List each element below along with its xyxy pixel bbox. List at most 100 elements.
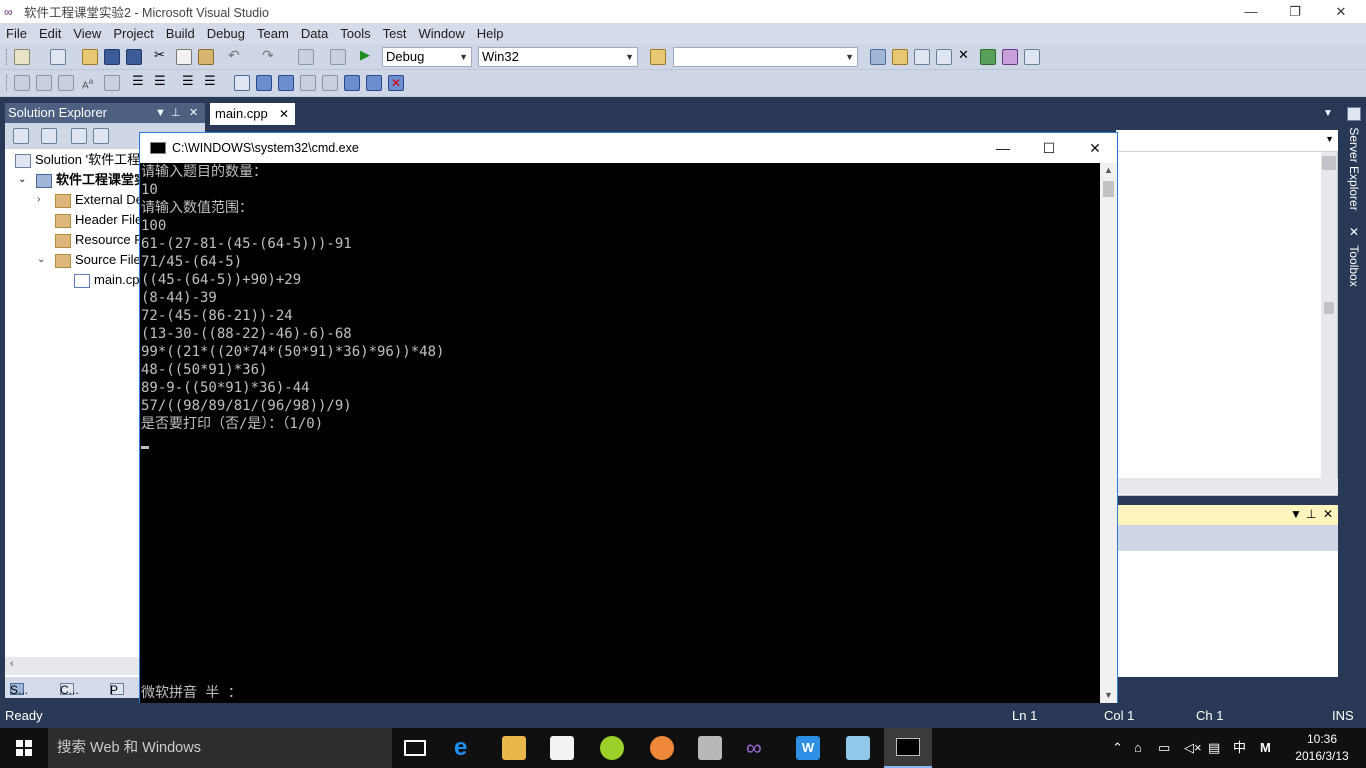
start-button[interactable]: [0, 728, 48, 768]
member-list-icon[interactable]: [14, 75, 30, 91]
open-folder-icon[interactable]: [82, 49, 98, 65]
clear-bookmarks-icon[interactable]: ✕: [388, 75, 404, 91]
toolbar-grip[interactable]: [6, 49, 9, 65]
collapse-icon[interactable]: ⌄: [37, 250, 45, 270]
redo-icon[interactable]: ↷: [262, 47, 278, 63]
cmd-window[interactable]: C:\WINDOWS\system32\cmd.exe — ☐ ✕ 请输入题目的…: [139, 132, 1118, 703]
tree-item-project[interactable]: ⌄ 软件工程课堂实: [18, 170, 140, 190]
battery-icon[interactable]: ▭: [1158, 728, 1170, 768]
quick-info-icon[interactable]: [58, 75, 74, 91]
scroll-down-icon[interactable]: ▼: [1104, 690, 1113, 700]
minimize-button[interactable]: —: [1228, 0, 1274, 23]
menu-edit[interactable]: Edit: [33, 23, 67, 44]
tree-item-external-dependencies[interactable]: › External De: [37, 190, 140, 210]
network-icon[interactable]: ⌂: [1134, 728, 1142, 768]
refresh-icon[interactable]: [71, 128, 87, 144]
tab-main-cpp[interactable]: main.cpp ✕: [210, 103, 295, 125]
next-bookmark-doc-icon[interactable]: [366, 75, 382, 91]
scroll-up-icon[interactable]: ▲: [1104, 165, 1113, 175]
close-panel-icon[interactable]: ✕: [1323, 507, 1333, 521]
class-diagram-icon[interactable]: [93, 128, 109, 144]
show-hidden-icons-icon[interactable]: ⌃: [1112, 728, 1123, 768]
toolbox-icon[interactable]: [936, 49, 952, 65]
restore-button[interactable]: ❐: [1272, 0, 1318, 23]
properties-icon[interactable]: [13, 128, 29, 144]
object-browser-icon[interactable]: [914, 49, 930, 65]
find-combo[interactable]: ▼: [673, 47, 858, 67]
ime-language-indicator[interactable]: 中: [1233, 728, 1246, 768]
menu-window[interactable]: Window: [412, 23, 470, 44]
new-project-icon[interactable]: [14, 49, 30, 65]
cmd-taskbar-button[interactable]: [884, 728, 932, 768]
start-debugging-icon[interactable]: ▶: [360, 47, 376, 63]
menu-team[interactable]: Team: [251, 23, 295, 44]
prev-bookmark-folder-icon[interactable]: [300, 75, 316, 91]
app-notes-icon[interactable]: [846, 736, 870, 760]
next-bookmark-icon[interactable]: [278, 75, 294, 91]
menu-data[interactable]: Data: [295, 23, 334, 44]
store-icon[interactable]: [550, 736, 574, 760]
expand-icon[interactable]: ›: [37, 190, 40, 210]
tree-item-source-files[interactable]: ⌄ Source File: [37, 250, 140, 270]
edge-browser-icon[interactable]: e: [454, 736, 478, 760]
member-navigation-combo[interactable]: ▼: [1116, 130, 1338, 152]
indent-icon[interactable]: ☰: [154, 73, 170, 89]
editor-horizontal-scrollbar[interactable]: [1116, 478, 1338, 494]
previous-bookmark-icon[interactable]: [256, 75, 272, 91]
solution-tree-scrollbar[interactable]: ‹: [5, 657, 140, 675]
menu-project[interactable]: Project: [107, 23, 159, 44]
close-panel-icon[interactable]: ✕: [189, 103, 198, 123]
tree-item-main-cpp[interactable]: main.cp: [74, 270, 140, 290]
find-in-files-icon[interactable]: [650, 49, 666, 65]
scroll-thumb[interactable]: [1324, 302, 1334, 314]
start-page-icon[interactable]: [980, 49, 996, 65]
add-item-icon[interactable]: [50, 49, 66, 65]
window-position-dropdown-icon[interactable]: ▼: [155, 103, 166, 123]
navigate-backward-icon[interactable]: [298, 49, 314, 65]
solution-platform-combo[interactable]: Win32 ▼: [478, 47, 638, 67]
navigate-forward-icon[interactable]: [330, 49, 346, 65]
solution-explorer-icon[interactable]: [870, 49, 886, 65]
outdent-icon[interactable]: ☰: [132, 73, 148, 89]
menu-build[interactable]: Build: [160, 23, 201, 44]
taskbar-search-box[interactable]: 搜索 Web 和 Windows: [48, 728, 392, 768]
cut-icon[interactable]: ✂: [154, 47, 170, 63]
server-explorer-tab[interactable]: Server Explorer: [1347, 107, 1361, 211]
pin-icon[interactable]: ⊥: [1306, 507, 1316, 521]
volume-muted-icon[interactable]: ◁×: [1184, 728, 1202, 768]
code-editor[interactable]: [1116, 130, 1338, 496]
file-explorer-icon[interactable]: [502, 736, 526, 760]
collapse-icon[interactable]: ⌄: [18, 170, 26, 190]
cmd-minimize-button[interactable]: —: [980, 133, 1026, 163]
extension-manager-icon[interactable]: [1002, 49, 1018, 65]
close-tab-icon[interactable]: ✕: [279, 103, 289, 125]
properties-icon[interactable]: [892, 49, 908, 65]
prev-bookmark-doc-icon[interactable]: [344, 75, 360, 91]
ime-mode-indicator[interactable]: M: [1260, 728, 1271, 768]
clock[interactable]: 10:36 2016/3/13: [1287, 731, 1357, 765]
complete-word-icon[interactable]: Aa: [82, 76, 98, 92]
tree-item-resource-files[interactable]: Resource F: [55, 230, 140, 250]
show-all-files-icon[interactable]: [41, 128, 57, 144]
pin-icon[interactable]: ⊥: [171, 103, 181, 123]
menu-help[interactable]: Help: [471, 23, 510, 44]
save-all-icon[interactable]: [126, 49, 142, 65]
editor-vertical-scrollbar[interactable]: [1321, 152, 1337, 478]
app-orange-icon[interactable]: [650, 736, 674, 760]
display-word-icon[interactable]: [104, 75, 120, 91]
cmd-maximize-button[interactable]: ☐: [1026, 133, 1072, 163]
menu-file[interactable]: File: [0, 23, 33, 44]
close-button[interactable]: ✕: [1318, 0, 1364, 23]
cmd-title-bar[interactable]: C:\WINDOWS\system32\cmd.exe — ☐ ✕: [140, 133, 1117, 163]
menu-test[interactable]: Test: [377, 23, 413, 44]
parameter-info-icon[interactable]: [36, 75, 52, 91]
document-list-dropdown-icon[interactable]: ▼: [1323, 108, 1333, 119]
wps-writer-icon[interactable]: W: [796, 736, 820, 760]
visual-studio-taskbar-icon[interactable]: ∞: [746, 736, 770, 760]
next-bookmark-folder-icon[interactable]: [322, 75, 338, 91]
tree-item-solution[interactable]: Solution '软件工程: [15, 150, 140, 170]
cmd-close-button[interactable]: ✕: [1072, 133, 1118, 163]
app-green-icon[interactable]: [600, 736, 624, 760]
menu-tools[interactable]: Tools: [334, 23, 376, 44]
tree-item-header-files[interactable]: Header File: [55, 210, 140, 230]
